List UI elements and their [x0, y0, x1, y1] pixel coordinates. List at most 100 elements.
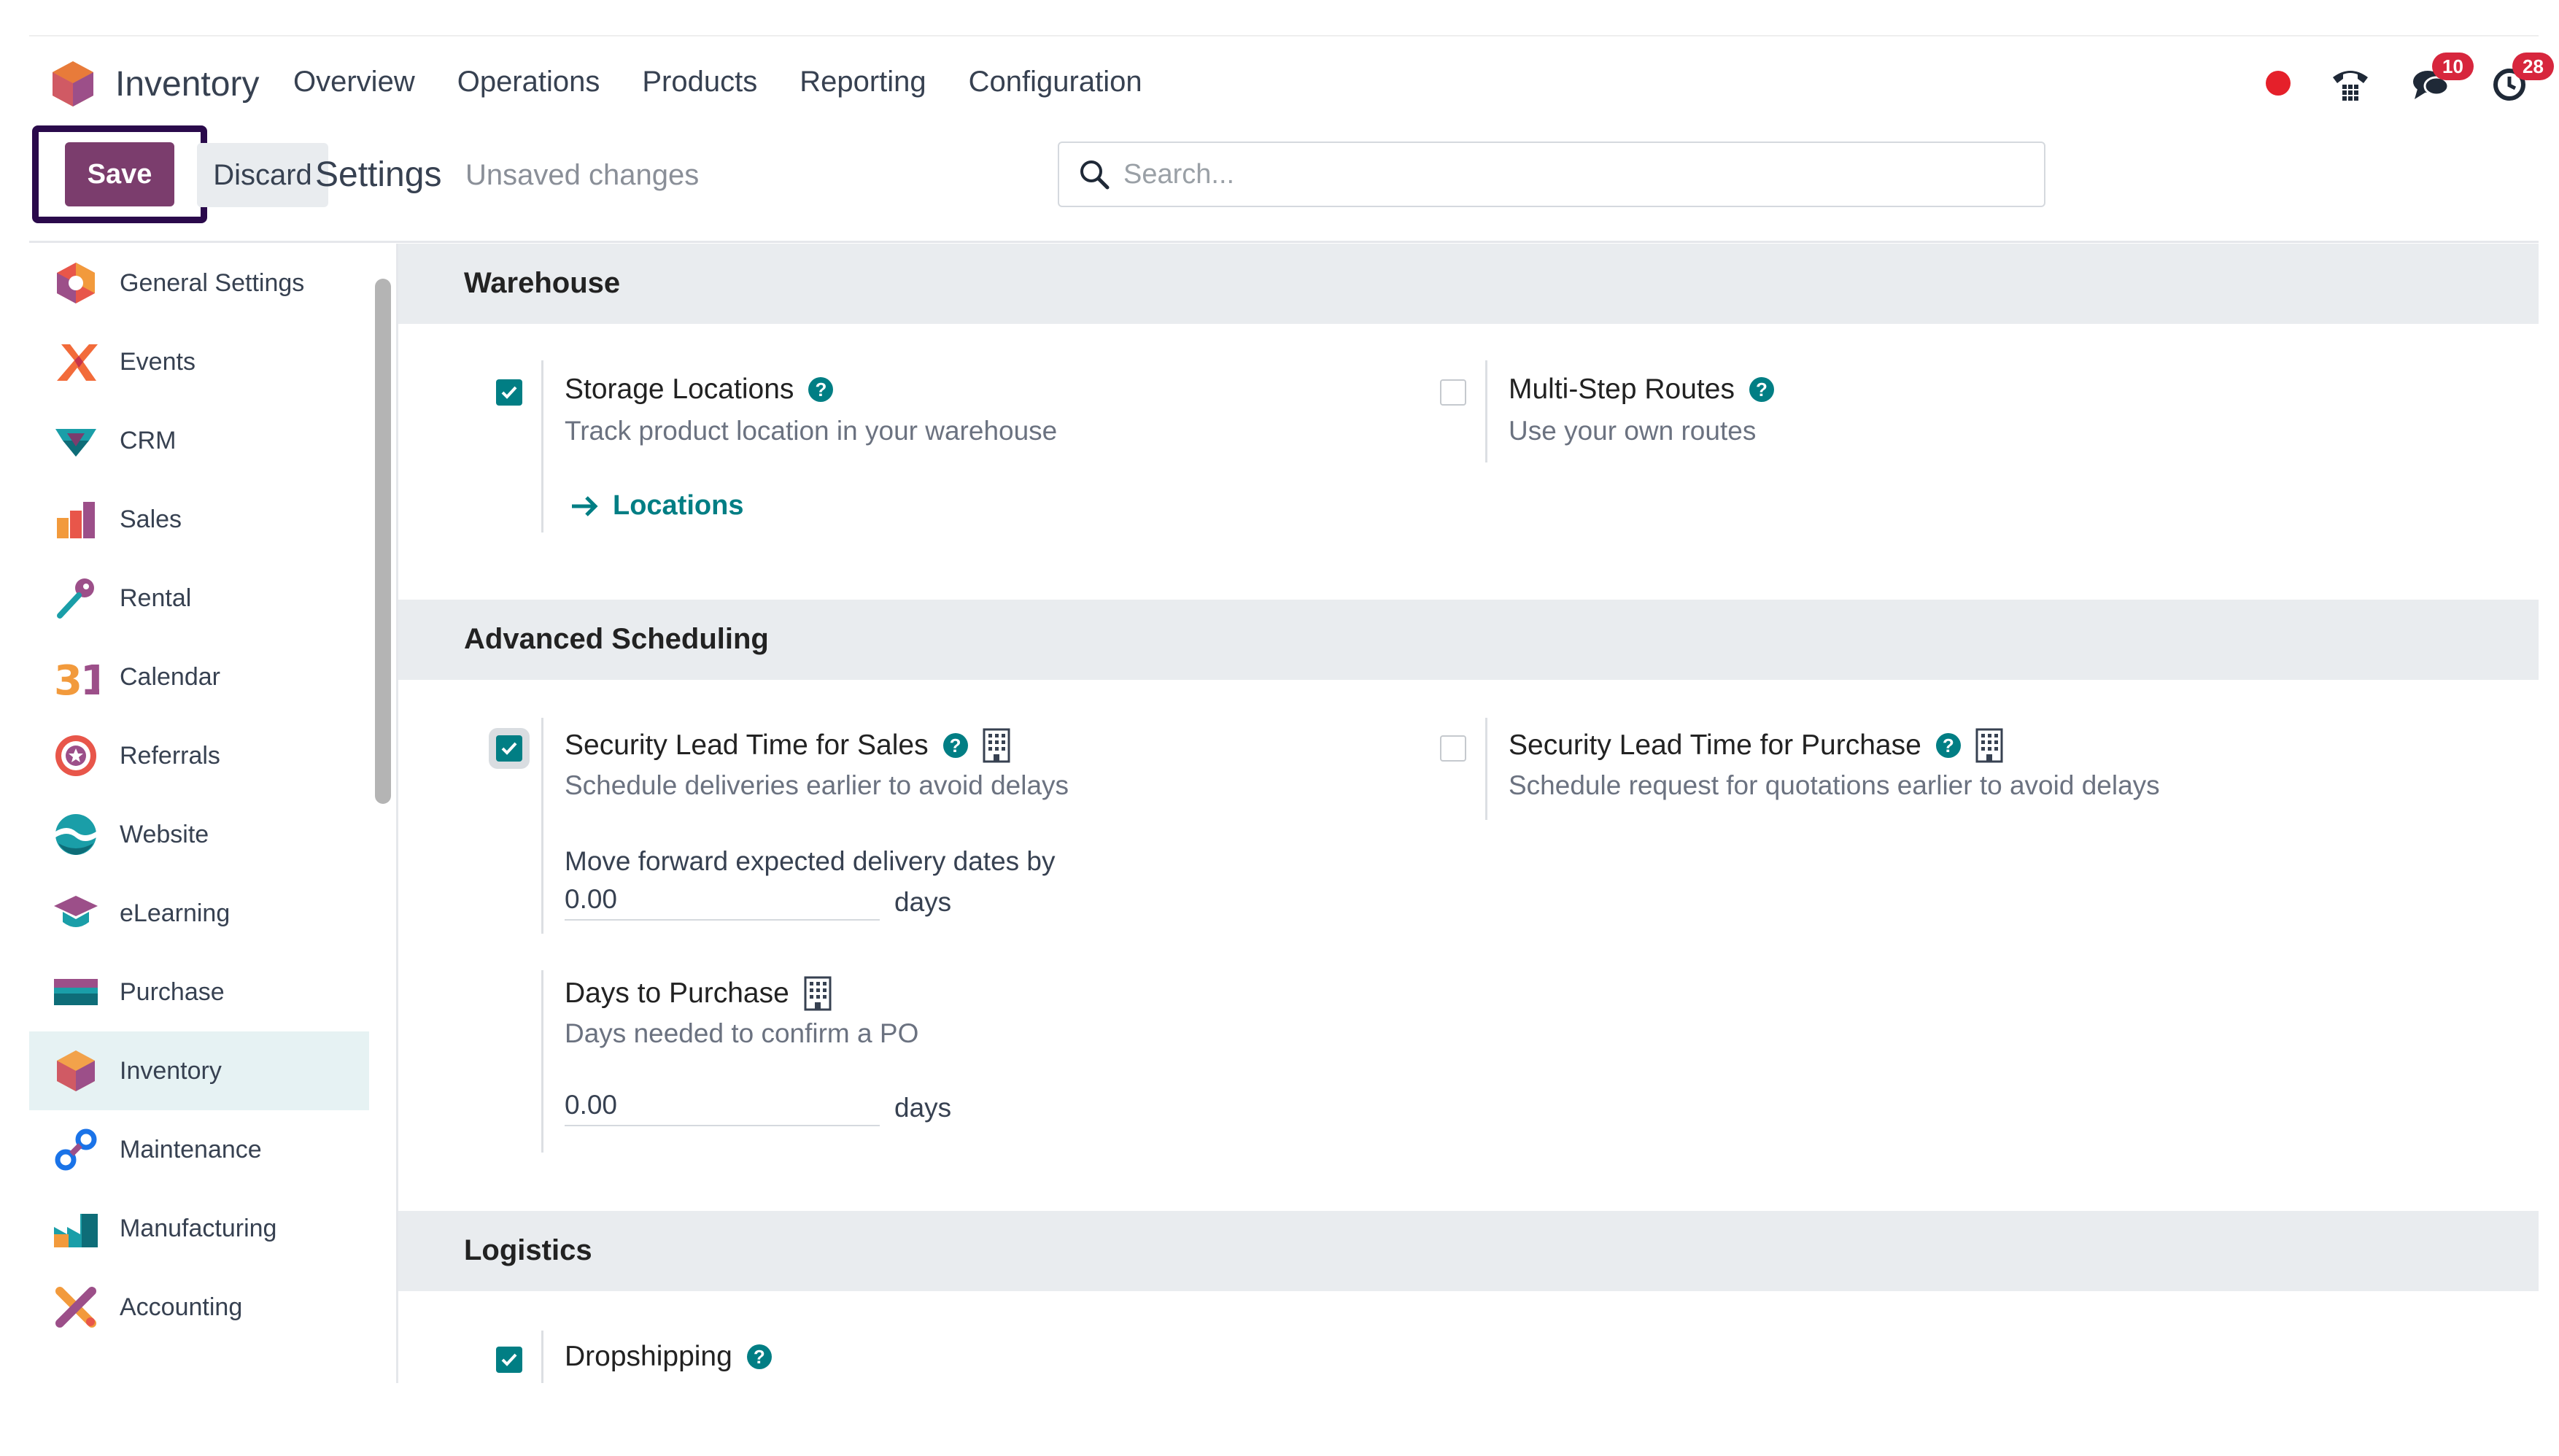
sidebar-item-elearning[interactable]: eLearning	[29, 874, 369, 953]
menu-configuration[interactable]: Configuration	[969, 66, 1142, 98]
sidebar-item-label: Manufacturing	[120, 1214, 277, 1242]
events-icon	[57, 344, 98, 381]
storage-locations-checkbox[interactable]	[496, 379, 522, 406]
sidebar-item-label: Inventory	[120, 1056, 222, 1085]
control-panel: Save Discard Settings Unsaved changes	[29, 125, 2539, 242]
lead-time-sales-unit: days	[894, 887, 952, 917]
sidebar-item-label: Referrals	[120, 741, 220, 770]
setting-divider	[541, 970, 543, 1153]
divider	[29, 241, 2539, 243]
brand[interactable]: Inventory	[51, 60, 259, 108]
setting-title-text: Dropshipping	[565, 1341, 732, 1372]
accounting-icon	[55, 1287, 96, 1328]
systray: 10 28	[2266, 53, 2554, 104]
section-title: Warehouse	[464, 267, 621, 299]
help-icon[interactable]: ?	[1749, 377, 1774, 402]
sidebar-item-calendar[interactable]: 3 1 Calendar	[29, 638, 369, 716]
messages[interactable]: 10	[2410, 53, 2474, 104]
setting-title-text: Security Lead Time for Purchase	[1509, 729, 1921, 761]
sidebar-item-label: Purchase	[120, 977, 225, 1006]
help-icon[interactable]: ?	[808, 377, 834, 402]
lead-time-sales-checkbox[interactable]	[496, 735, 522, 762]
phone-icon[interactable]	[2330, 63, 2371, 104]
setting-divider	[541, 360, 543, 533]
check-icon	[501, 742, 517, 755]
setting-divider	[541, 718, 543, 934]
maintenance-icon	[55, 1128, 97, 1171]
crm-icon	[55, 429, 96, 457]
inventory-app-icon	[53, 61, 93, 107]
menu-products[interactable]: Products	[642, 66, 757, 98]
section-header-advanced-scheduling: Advanced Scheduling	[398, 600, 2539, 680]
days-to-purchase-title: Days to Purchase	[565, 976, 832, 1011]
lead-time-sales-title: Security Lead Time for Sales ?	[565, 728, 1010, 763]
check-icon	[501, 1353, 517, 1366]
sidebar-item-label: General Settings	[120, 268, 305, 297]
help-icon[interactable]: ?	[1935, 733, 1961, 758]
menu-operations[interactable]: Operations	[457, 66, 600, 98]
sidebar-item-general-settings[interactable]: General Settings	[29, 244, 369, 322]
elearning-icon	[54, 896, 98, 927]
sidebar-item-website[interactable]: Website	[29, 795, 369, 874]
setting-title-text: Days to Purchase	[565, 977, 789, 1009]
multi-step-routes-checkbox[interactable]	[1440, 379, 1466, 406]
sales-icon	[57, 502, 95, 538]
check-icon	[501, 386, 517, 399]
sidebar-item-label: Events	[120, 347, 195, 376]
setting-title-text: Multi-Step Routes	[1509, 373, 1735, 405]
help-icon[interactable]: ?	[746, 1344, 772, 1369]
help-icon[interactable]: ?	[942, 733, 968, 758]
unsaved-changes-status: Unsaved changes	[465, 159, 700, 191]
recording-icon[interactable]	[2266, 71, 2291, 96]
sidebar-item-inventory[interactable]: Inventory	[29, 1031, 369, 1110]
svg-text:3: 3	[54, 657, 82, 700]
activities[interactable]: 28	[2490, 53, 2554, 104]
sidebar-item-label: Website	[120, 820, 209, 848]
storage-locations-desc: Track product location in your warehouse	[565, 416, 1058, 446]
lead-time-purchase-checkbox[interactable]	[1440, 735, 1466, 762]
sidebar-item-label: Accounting	[120, 1293, 243, 1321]
sidebar-item-manufacturing[interactable]: Manufacturing	[29, 1189, 369, 1268]
sidebar-item-sales[interactable]: Sales	[29, 480, 369, 559]
inventory-icon	[57, 1050, 95, 1091]
website-icon	[55, 814, 96, 855]
company-building-icon	[1975, 728, 2003, 763]
rental-icon	[57, 578, 94, 619]
lead-time-sales-field-label: Move forward expected delivery dates by	[565, 846, 1056, 876]
sidebar-item-events[interactable]: Events	[29, 322, 369, 401]
lead-time-purchase-desc: Schedule request for quotations earlier …	[1509, 770, 2160, 800]
sidebar-item-rental[interactable]: Rental	[29, 559, 369, 638]
search-bar[interactable]	[1058, 142, 2045, 207]
lead-time-sales-desc: Schedule deliveries earlier to avoid del…	[565, 770, 1069, 800]
dropshipping-checkbox[interactable]	[496, 1347, 522, 1373]
sidebar-item-label: Maintenance	[120, 1135, 262, 1163]
general-settings-icon	[57, 263, 95, 303]
storage-locations-title: Storage Locations ?	[565, 373, 834, 406]
setting-divider	[541, 1331, 543, 1383]
section-header-logistics: Logistics	[398, 1211, 2539, 1291]
company-building-icon	[983, 728, 1010, 763]
sidebar-item-crm[interactable]: CRM	[29, 401, 369, 480]
days-to-purchase-input[interactable]	[565, 1085, 880, 1126]
menu-reporting[interactable]: Reporting	[800, 66, 926, 98]
link-text: Locations	[613, 490, 744, 521]
activities-badge: 28	[2512, 53, 2554, 80]
sidebar-item-referrals[interactable]: Referrals	[29, 716, 369, 795]
sidebar-item-accounting[interactable]: Accounting	[29, 1268, 369, 1347]
messages-badge: 10	[2432, 53, 2474, 80]
sidebar-scroll-thumb[interactable]	[375, 279, 391, 804]
section-header-warehouse: Warehouse	[398, 244, 2539, 324]
referrals-icon	[55, 735, 96, 776]
locations-link[interactable]: Locations	[570, 490, 743, 522]
arrow-right-icon	[572, 495, 598, 516]
sidebar-item-maintenance[interactable]: Maintenance	[29, 1110, 369, 1189]
discard-button[interactable]: Discard	[197, 143, 328, 207]
menu-overview[interactable]: Overview	[293, 66, 415, 98]
search-input[interactable]	[1123, 158, 1999, 190]
setting-title-text: Storage Locations	[565, 373, 794, 405]
sidebar-item-purchase[interactable]: Purchase	[29, 953, 369, 1031]
save-button[interactable]: Save	[65, 142, 174, 206]
lead-time-sales-input[interactable]	[565, 880, 880, 921]
sidebar-item-label: eLearning	[120, 899, 231, 927]
lead-time-purchase-title: Security Lead Time for Purchase ?	[1509, 728, 2003, 763]
